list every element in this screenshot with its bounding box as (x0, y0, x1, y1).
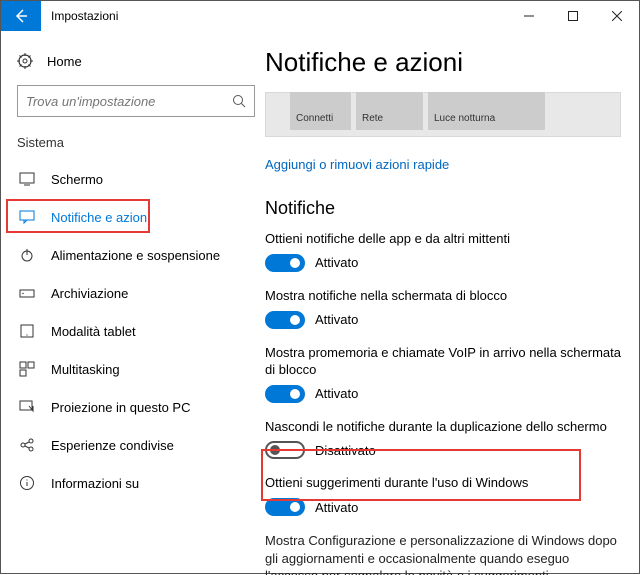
sidebar-item-archiviazione[interactable]: Archiviazione (17, 274, 251, 312)
setting-label: Mostra notifiche nella schermata di bloc… (265, 288, 621, 305)
sidebar-item-label: Proiezione in questo PC (51, 400, 190, 415)
section-title: Sistema (17, 135, 251, 150)
sidebar-item-label: Multitasking (51, 362, 120, 377)
toggle-state: Attivato (315, 500, 358, 515)
back-button[interactable] (1, 1, 41, 31)
sidebar-item-multitasking[interactable]: Multitasking (17, 350, 251, 388)
tile-luce-notturna[interactable]: Luce notturna (428, 92, 546, 130)
setting-tips: Ottieni suggerimenti durante l'uso di Wi… (265, 475, 621, 516)
sidebar-item-esperienze[interactable]: Esperienze condivise (17, 426, 251, 464)
sidebar-item-label: Schermo (51, 172, 103, 187)
minimize-button[interactable] (507, 1, 551, 31)
home-button[interactable]: Home (17, 43, 251, 79)
footer-text: Mostra Configurazione e personalizzazion… (265, 532, 621, 575)
display-icon (19, 171, 35, 187)
toggle-hide-dup[interactable] (265, 441, 305, 459)
share-icon (19, 437, 35, 453)
sidebar: Home Sistema Schermo Notifiche e azioni … (1, 31, 261, 575)
section-heading: Notifiche (265, 198, 621, 219)
quick-actions-row: Connetti Rete Luce notturna (265, 92, 621, 137)
setting-hide-dup: Nascondi le notifiche durante la duplica… (265, 419, 621, 460)
tablet-icon (19, 323, 35, 339)
project-icon (19, 399, 35, 415)
setting-label: Ottieni notifiche delle app e da altri m… (265, 231, 621, 248)
search-box[interactable] (17, 85, 255, 117)
sidebar-item-label: Notifiche e azioni (51, 210, 150, 225)
toggle-state: Attivato (315, 386, 358, 401)
setting-label: Nascondi le notifiche durante la duplica… (265, 419, 621, 436)
multitask-icon (19, 361, 35, 377)
title-bar: Impostazioni (1, 1, 639, 31)
toggle-apps[interactable] (265, 254, 305, 272)
window-title: Impostazioni (51, 9, 507, 23)
add-remove-link[interactable]: Aggiungi o rimuovi azioni rapide (265, 157, 621, 172)
sidebar-item-proiezione[interactable]: Proiezione in questo PC (17, 388, 251, 426)
main-content: Notifiche e azioni Connetti Rete Luce no… (261, 31, 639, 575)
sidebar-item-label: Archiviazione (51, 286, 128, 301)
setting-voip: Mostra promemoria e chiamate VoIP in arr… (265, 345, 621, 403)
storage-icon (19, 285, 35, 301)
toggle-tips[interactable] (265, 498, 305, 516)
maximize-button[interactable] (551, 1, 595, 31)
toggle-state: Disattivato (315, 443, 376, 458)
setting-label: Ottieni suggerimenti durante l'uso di Wi… (265, 475, 621, 492)
close-button[interactable] (595, 1, 639, 31)
toggle-voip[interactable] (265, 385, 305, 403)
setting-label: Mostra promemoria e chiamate VoIP in arr… (265, 345, 621, 379)
power-icon (19, 247, 35, 263)
sidebar-item-label: Alimentazione e sospensione (51, 248, 220, 263)
sidebar-item-tablet[interactable]: Modalità tablet (17, 312, 251, 350)
info-icon (19, 475, 35, 491)
toggle-state: Attivato (315, 255, 358, 270)
sidebar-item-notifiche[interactable]: Notifiche e azioni (17, 198, 251, 236)
home-label: Home (47, 54, 82, 69)
search-icon (232, 94, 246, 108)
sidebar-item-alimentazione[interactable]: Alimentazione e sospensione (17, 236, 251, 274)
sidebar-item-schermo[interactable]: Schermo (17, 160, 251, 198)
sidebar-item-label: Esperienze condivise (51, 438, 174, 453)
sidebar-item-label: Informazioni su (51, 476, 139, 491)
sidebar-item-label: Modalità tablet (51, 324, 136, 339)
toggle-lockscreen[interactable] (265, 311, 305, 329)
setting-apps: Ottieni notifiche delle app e da altri m… (265, 231, 621, 272)
page-title: Notifiche e azioni (265, 47, 621, 78)
sidebar-item-info[interactable]: Informazioni su (17, 464, 251, 502)
setting-lockscreen: Mostra notifiche nella schermata di bloc… (265, 288, 621, 329)
tile-connetti[interactable]: Connetti (290, 92, 352, 130)
chat-icon (19, 209, 35, 225)
toggle-state: Attivato (315, 312, 358, 327)
tile-rete[interactable]: Rete (356, 92, 424, 130)
search-input[interactable] (26, 94, 232, 109)
